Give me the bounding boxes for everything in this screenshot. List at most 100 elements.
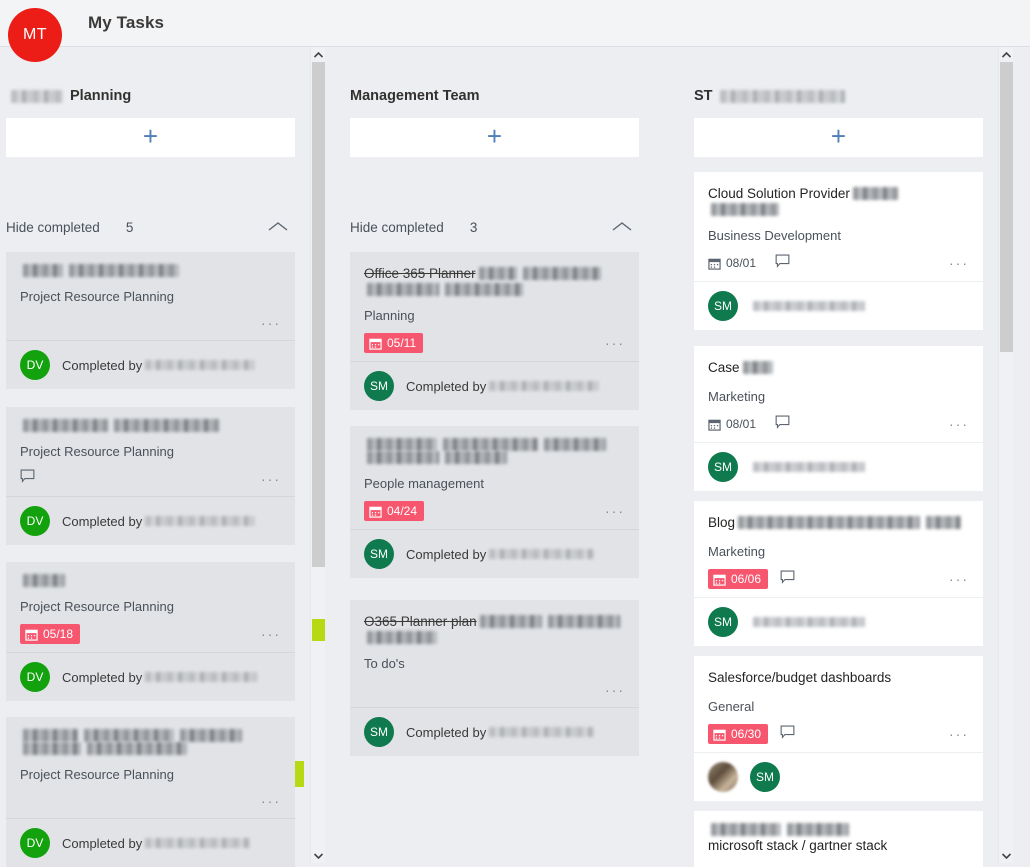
assignee-avatar[interactable]: DV (20, 350, 50, 380)
task-bucket-label: Project Resource Planning (20, 767, 174, 782)
redacted-text (114, 419, 219, 432)
assignee-avatar-photo[interactable] (708, 762, 738, 792)
column-title: ST (694, 88, 848, 104)
task-card[interactable]: Case Marketing 08/01 ··· SM (694, 346, 983, 491)
completed-by-text: Completed by (406, 725, 597, 740)
assignee-avatar[interactable]: SM (750, 762, 780, 792)
assignee-avatar[interactable]: SM (708, 291, 738, 321)
task-meta-row: 06/30 ··· (708, 724, 969, 752)
task-card[interactable]: Cloud Solution Provider Business Developm… (694, 172, 983, 330)
task-card[interactable]: Office 365 Planner Planning 05/11 ··· SM Comp… (350, 252, 639, 410)
comment-icon[interactable] (775, 254, 790, 273)
task-card-body: Project Resource Planning ··· (6, 252, 295, 340)
assignee-avatar[interactable]: DV (20, 662, 50, 692)
completed-by-text: Completed by (62, 514, 258, 529)
task-assignee-row: SM (694, 281, 983, 330)
task-card[interactable]: O365 Planner plan To do's ··· SM Completed b… (350, 600, 639, 756)
assignee-avatar[interactable]: SM (364, 717, 394, 747)
task-more-options-button[interactable]: ··· (605, 683, 625, 697)
redacted-text (23, 729, 78, 742)
hide-completed-toggle[interactable]: Hide completed 3 (350, 215, 639, 239)
task-title: Salesforce/budget dashboards (708, 668, 969, 687)
task-card[interactable]: Blog Marketing 06/06 ··· SM (694, 501, 983, 646)
due-date-badge[interactable]: 05/11 (364, 333, 424, 353)
due-date-badge[interactable]: 08/01 (708, 253, 763, 273)
completed-by-text: Completed by (406, 379, 602, 394)
task-title: Office 365 Planner (364, 264, 625, 296)
task-more-options-button[interactable]: ··· (949, 572, 969, 586)
task-title (20, 574, 281, 587)
comment-icon[interactable] (775, 415, 790, 434)
assignee-avatar[interactable]: SM (364, 371, 394, 401)
assignee-avatar[interactable]: SM (708, 607, 738, 637)
comment-icon (775, 415, 790, 429)
redacted-text (522, 267, 601, 280)
task-title (20, 264, 281, 277)
task-more-options-button[interactable]: ··· (949, 727, 969, 741)
scroll-down-arrow-icon[interactable] (311, 848, 326, 863)
task-more-options-button[interactable]: ··· (605, 336, 625, 350)
task-title: Cloud Solution Provider (708, 184, 969, 216)
add-task-button[interactable]: + (694, 118, 983, 157)
chevron-up-icon[interactable] (267, 221, 289, 233)
task-more-options-button[interactable]: ··· (261, 794, 281, 808)
add-task-button[interactable]: + (6, 118, 295, 157)
task-more-options-button[interactable]: ··· (261, 627, 281, 641)
comment-icon[interactable] (780, 725, 795, 744)
task-card[interactable]: Project Resource Planning ··· DV Completed … (6, 407, 295, 545)
task-card[interactable]: People management 04/24 ··· SM Completed by (350, 426, 639, 578)
task-more-options-button[interactable]: ··· (261, 472, 281, 486)
scrollbar-thumb[interactable] (312, 62, 325, 567)
completed-by-label: Completed by (406, 546, 487, 562)
comment-icon (780, 570, 795, 584)
due-date-badge[interactable]: 06/30 (708, 724, 769, 744)
plus-icon: + (142, 121, 159, 151)
completed-count: 5 (125, 219, 134, 235)
assignee-avatar[interactable]: SM (364, 539, 394, 569)
redacted-text (367, 631, 437, 644)
task-card[interactable]: Project Resource Planning ··· DV Completed … (6, 252, 295, 389)
chevron-up-icon[interactable] (611, 221, 633, 233)
task-assignee-row: SM Completed by (350, 707, 639, 756)
column-scrollbar[interactable] (310, 47, 325, 863)
avatar[interactable]: MT (8, 8, 62, 62)
due-date-badge[interactable]: 06/06 (708, 569, 769, 589)
task-card[interactable]: Salesforce/budget dashboards General 06/30… (694, 656, 983, 801)
scroll-up-arrow-icon[interactable] (999, 47, 1014, 62)
comment-icon[interactable] (20, 469, 35, 488)
assignee-avatar[interactable]: DV (20, 828, 50, 858)
task-bucket-label: General (708, 699, 755, 714)
task-card-body: Salesforce/budget dashboards General 06/30… (694, 656, 983, 752)
redacted-text (742, 361, 773, 374)
task-card-body: microsoft stack / gartner stack (694, 811, 983, 855)
due-date-badge[interactable]: 05/18 (20, 624, 81, 644)
scrollbar-thumb[interactable] (1000, 62, 1013, 352)
hide-completed-toggle[interactable]: Hide completed 5 (6, 215, 295, 239)
task-bucket-label: Planning (364, 308, 415, 323)
add-task-button[interactable]: + (350, 118, 639, 157)
completed-count: 3 (469, 219, 478, 235)
task-assignee-row: DV Completed by (6, 818, 295, 867)
assignee-avatar[interactable]: SM (708, 452, 738, 482)
task-more-options-button[interactable]: ··· (261, 316, 281, 330)
assignee-avatar[interactable]: DV (20, 506, 50, 536)
task-more-options-button[interactable]: ··· (605, 504, 625, 518)
task-card[interactable]: Project Resource Planning 05/18 ··· DV Compl… (6, 562, 295, 701)
task-more-options-button[interactable]: ··· (949, 256, 969, 270)
scroll-up-arrow-icon[interactable] (311, 47, 326, 62)
task-more-options-button[interactable]: ··· (949, 417, 969, 431)
calendar-icon (369, 338, 382, 350)
redacted-text (443, 438, 538, 451)
column-scrollbar[interactable] (998, 47, 1013, 863)
due-date-text: 08/01 (726, 256, 757, 270)
completed-by-text: Completed by (406, 547, 597, 562)
due-date-badge[interactable]: 04/24 (364, 501, 425, 521)
comment-icon[interactable] (780, 570, 795, 589)
task-title-text: O365 Planner plan (364, 614, 477, 629)
task-bucket-label: Marketing (708, 389, 766, 404)
scroll-down-arrow-icon[interactable] (999, 848, 1014, 863)
task-card[interactable]: Project Resource Planning ··· DV Completed … (6, 717, 304, 867)
task-card[interactable]: microsoft stack / gartner stack (694, 811, 983, 867)
due-date-badge[interactable]: 08/01 (708, 414, 763, 434)
task-assignee-row: SM (694, 597, 983, 646)
